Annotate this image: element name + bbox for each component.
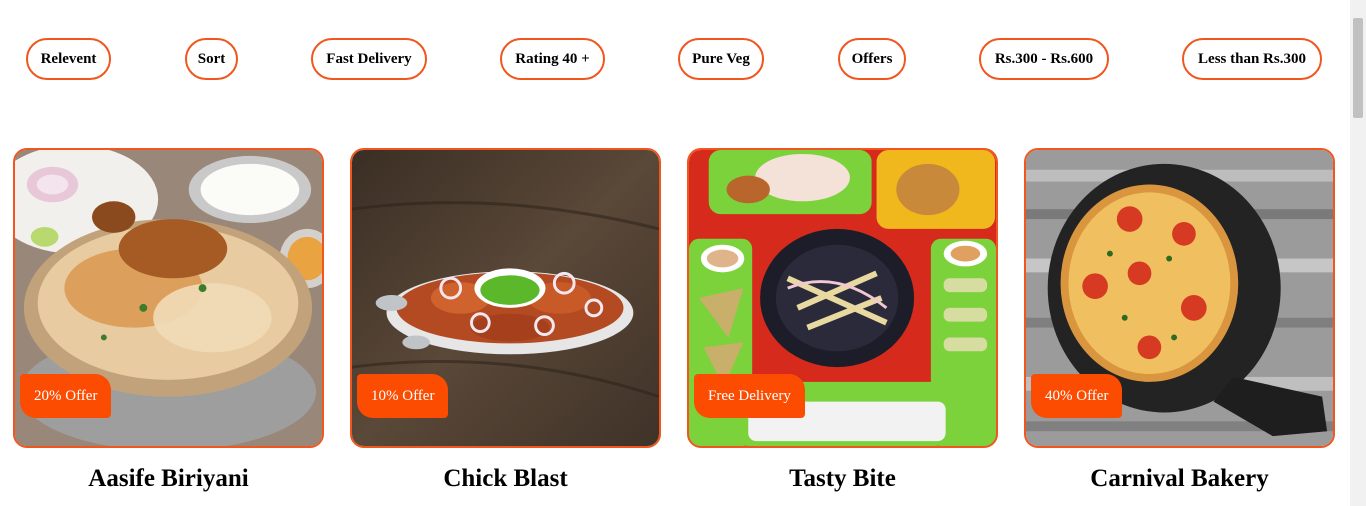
filter-offers-chip[interactable]: Offers xyxy=(838,38,906,80)
restaurant-card-tasty-bite[interactable]: Free Delivery Tasty Bite xyxy=(687,148,998,494)
restaurant-name[interactable]: Chick Blast xyxy=(350,464,661,494)
restaurant-image[interactable]: Free Delivery xyxy=(687,148,998,448)
restaurant-image[interactable]: 10% Offer xyxy=(350,148,661,448)
restaurant-card-aasife-biriyani[interactable]: 20% Offer Aasife Biriyani xyxy=(13,148,324,494)
restaurant-name[interactable]: Tasty Bite xyxy=(687,464,998,494)
scrollbar-thumb[interactable] xyxy=(1353,18,1363,118)
restaurant-image[interactable]: 40% Offer xyxy=(1024,148,1335,448)
restaurant-name[interactable]: Carnival Bakery xyxy=(1024,464,1335,494)
restaurant-name[interactable]: Aasife Biriyani xyxy=(13,464,324,494)
filter-pure-veg-chip[interactable]: Pure Veg xyxy=(678,38,764,80)
restaurant-card-chick-blast[interactable]: 10% Offer Chick Blast xyxy=(350,148,661,494)
offer-badge: Free Delivery xyxy=(694,374,805,418)
offer-badge: 10% Offer xyxy=(357,374,449,418)
offer-badge: 20% Offer xyxy=(20,374,112,418)
offer-badge: 40% Offer xyxy=(1031,374,1123,418)
filter-relevent-chip[interactable]: Relevent xyxy=(26,38,111,80)
filter-less-than-300-chip[interactable]: Less than Rs.300 xyxy=(1182,38,1322,80)
filter-fast-delivery-chip[interactable]: Fast Delivery xyxy=(311,38,427,80)
filter-price-range-chip[interactable]: Rs.300 - Rs.600 xyxy=(979,38,1109,80)
filter-bar: Relevent Sort Fast Delivery Rating 40 + … xyxy=(0,38,1350,80)
restaurant-image[interactable]: 20% Offer xyxy=(13,148,324,448)
restaurant-card-carnival-bakery[interactable]: 40% Offer Carnival Bakery xyxy=(1024,148,1335,494)
vertical-scrollbar[interactable] xyxy=(1350,0,1366,506)
filter-rating-chip[interactable]: Rating 40 + xyxy=(500,38,605,80)
filter-sort-chip[interactable]: Sort xyxy=(185,38,238,80)
restaurant-grid: 20% Offer Aasife Biriyani 10% Offer Chic… xyxy=(0,148,1350,506)
